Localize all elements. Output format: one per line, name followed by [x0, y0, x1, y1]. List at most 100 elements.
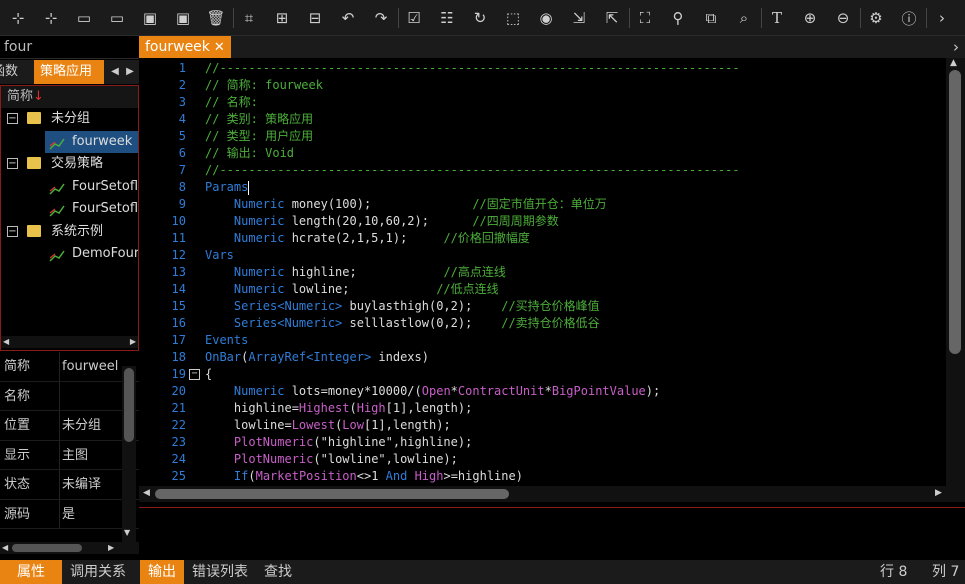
find-window-icon[interactable]: ⌕ [730, 5, 758, 31]
zoom-in-icon[interactable]: ⊕ [796, 5, 824, 31]
property-key: 位置 [4, 418, 31, 433]
code-token: OnBar [205, 350, 242, 364]
line-number: 8 [178, 180, 186, 194]
tab-output[interactable]: 输出 [140, 560, 184, 584]
add-child-icon[interactable]: ⊹ [37, 5, 65, 31]
code-token: BigPointValue [551, 384, 646, 398]
tree-item[interactable]: fourweek [45, 130, 138, 153]
tab-strategy-apps[interactable]: 策略应用 [34, 60, 104, 84]
save-icon[interactable]: ▣ [136, 5, 164, 31]
code-line: 11 Numeric hcrate(2,1,5,1); //价格回撤幅度 [139, 230, 946, 247]
save-all-icon[interactable]: ▣ [169, 5, 197, 31]
scroll-right-icon[interactable]: ▶ [108, 542, 114, 554]
tab-call-relations[interactable]: 调用关系 [62, 560, 134, 584]
info-icon[interactable]: ⓘ [895, 5, 923, 31]
scrollbar-thumb[interactable] [949, 70, 961, 354]
code-editor[interactable]: 1 //-------------------------------------… [139, 58, 946, 486]
scroll-right-icon[interactable]: ▶ [935, 488, 942, 498]
tab-find[interactable]: 查找 [256, 560, 300, 584]
scroll-right-icon[interactable]: ▶ [130, 336, 136, 348]
redo-icon[interactable]: ↷ [367, 5, 395, 31]
scrollbar-thumb[interactable] [124, 368, 134, 442]
property-divider [59, 381, 60, 410]
tree-item[interactable]: FourSetofl [1, 198, 138, 221]
scroll-left-icon[interactable]: ◀ [143, 488, 150, 498]
code-line: 17 Events [139, 332, 946, 349]
tree-column-header[interactable]: 简称↓ [1, 86, 138, 108]
scroll-left-icon[interactable]: ◀ [2, 542, 8, 554]
property-row[interactable]: 状态 未编译 [0, 470, 139, 500]
tree-item[interactable]: DemoFour [1, 243, 138, 266]
copy-box-icon[interactable]: ⊟ [301, 5, 329, 31]
folder-icon[interactable]: ▭ [70, 5, 98, 31]
property-row[interactable]: 名称 [0, 381, 139, 411]
code-line: 25 If(MarketPosition<>1 And High>=highli… [139, 468, 946, 485]
collapse-icon[interactable]: − [7, 158, 18, 169]
fullscreen-icon[interactable]: ⛶ [631, 5, 659, 31]
property-row[interactable]: 位置 未分组 [0, 411, 139, 441]
tab-error-list[interactable]: 错误列表 [186, 560, 254, 584]
editor-tab-fourweek[interactable]: fourweek ✕ [139, 36, 231, 58]
replace-icon[interactable]: ⧉ [697, 5, 725, 31]
tab-scroll-right-icon[interactable]: ▶ [123, 60, 137, 84]
crop-icon[interactable]: ⌗ [235, 5, 263, 31]
line-number: 3 [178, 95, 186, 109]
scrollbar-thumb[interactable] [155, 489, 509, 499]
code-line: 1 //-------------------------------------… [139, 60, 946, 77]
tab-functions[interactable]: 函数 [0, 60, 33, 84]
code-token: Numeric [233, 231, 285, 245]
check-icon[interactable]: ☑ [400, 5, 428, 31]
open-folder-icon[interactable]: ▭ [103, 5, 131, 31]
property-key: 简称 [4, 359, 31, 374]
code-text: Events [205, 332, 248, 349]
tree-group[interactable]: − 未分组 [1, 108, 138, 131]
refresh-icon[interactable]: ↻ [466, 5, 494, 31]
tab-properties[interactable]: 属性 [0, 560, 62, 584]
export-icon[interactable]: ⇲ [565, 5, 593, 31]
search-input[interactable]: four [0, 36, 139, 59]
code-text: Numeric hcrate(2,1,5,1); //价格回撤幅度 [205, 230, 530, 247]
undo-icon[interactable]: ↶ [334, 5, 362, 31]
next-icon[interactable]: › [928, 5, 956, 31]
collapse-icon[interactable]: − [7, 225, 18, 237]
property-row[interactable]: 源码 是 [0, 499, 139, 529]
tree-group[interactable]: − 交易策略 [1, 153, 138, 176]
properties-horizontal-scrollbar[interactable]: ◀ ▶ [0, 542, 139, 554]
checklist-icon[interactable]: ☷ [433, 5, 461, 31]
tree-horizontal-scrollbar[interactable]: ◀ ▶ [1, 336, 138, 348]
search-icon[interactable]: ⚲ [664, 5, 692, 31]
delete-icon[interactable]: 🗑 [202, 5, 230, 31]
tab-scroll-left-icon[interactable]: ◀ [108, 60, 122, 84]
scroll-left-icon[interactable]: ◀ [3, 336, 9, 348]
code-text: Numeric lowline; //低点连线 [205, 281, 499, 298]
scrollbar-thumb[interactable] [12, 544, 82, 552]
editor-vertical-scrollbar[interactable]: ▲ [946, 58, 965, 486]
collapse-icon[interactable]: − [7, 113, 18, 124]
properties-vertical-scrollbar[interactable] [122, 366, 136, 542]
scroll-down-icon[interactable]: ▼ [124, 528, 130, 537]
code-token: highline= [205, 401, 299, 415]
code-token: ContractUnit [457, 384, 545, 398]
scroll-up-icon[interactable]: ▲ [950, 58, 957, 68]
tree-header-label: 简称 [7, 89, 34, 104]
add-node-icon[interactable]: ⊹ [4, 5, 32, 31]
selection-icon[interactable]: ⬚ [499, 5, 527, 31]
fold-icon[interactable]: − [189, 369, 200, 380]
tree-group[interactable]: − 系统示例 [1, 221, 138, 244]
line-number: 2 [178, 78, 186, 92]
zoom-out-icon[interactable]: ⊖ [829, 5, 857, 31]
record-icon[interactable]: ◉ [532, 5, 560, 31]
editor-horizontal-scrollbar[interactable]: ◀ ▶ [139, 486, 965, 502]
external-icon[interactable]: ⇱ [598, 5, 626, 31]
add-box-icon[interactable]: ⊞ [268, 5, 296, 31]
code-text: //--------------------------------------… [205, 162, 740, 179]
text-icon[interactable]: T [763, 5, 791, 31]
tree-item[interactable]: FourSetofl [1, 176, 138, 199]
property-row[interactable]: 显示 主图 [0, 440, 139, 470]
chevron-right-icon[interactable]: › [953, 36, 959, 58]
settings-icon[interactable]: ⚙ [862, 5, 890, 31]
close-icon[interactable]: ✕ [214, 40, 225, 55]
property-value: fourweel [62, 359, 119, 374]
property-row[interactable]: 简称 fourweel [0, 352, 139, 382]
toolbar-separator [761, 8, 762, 28]
